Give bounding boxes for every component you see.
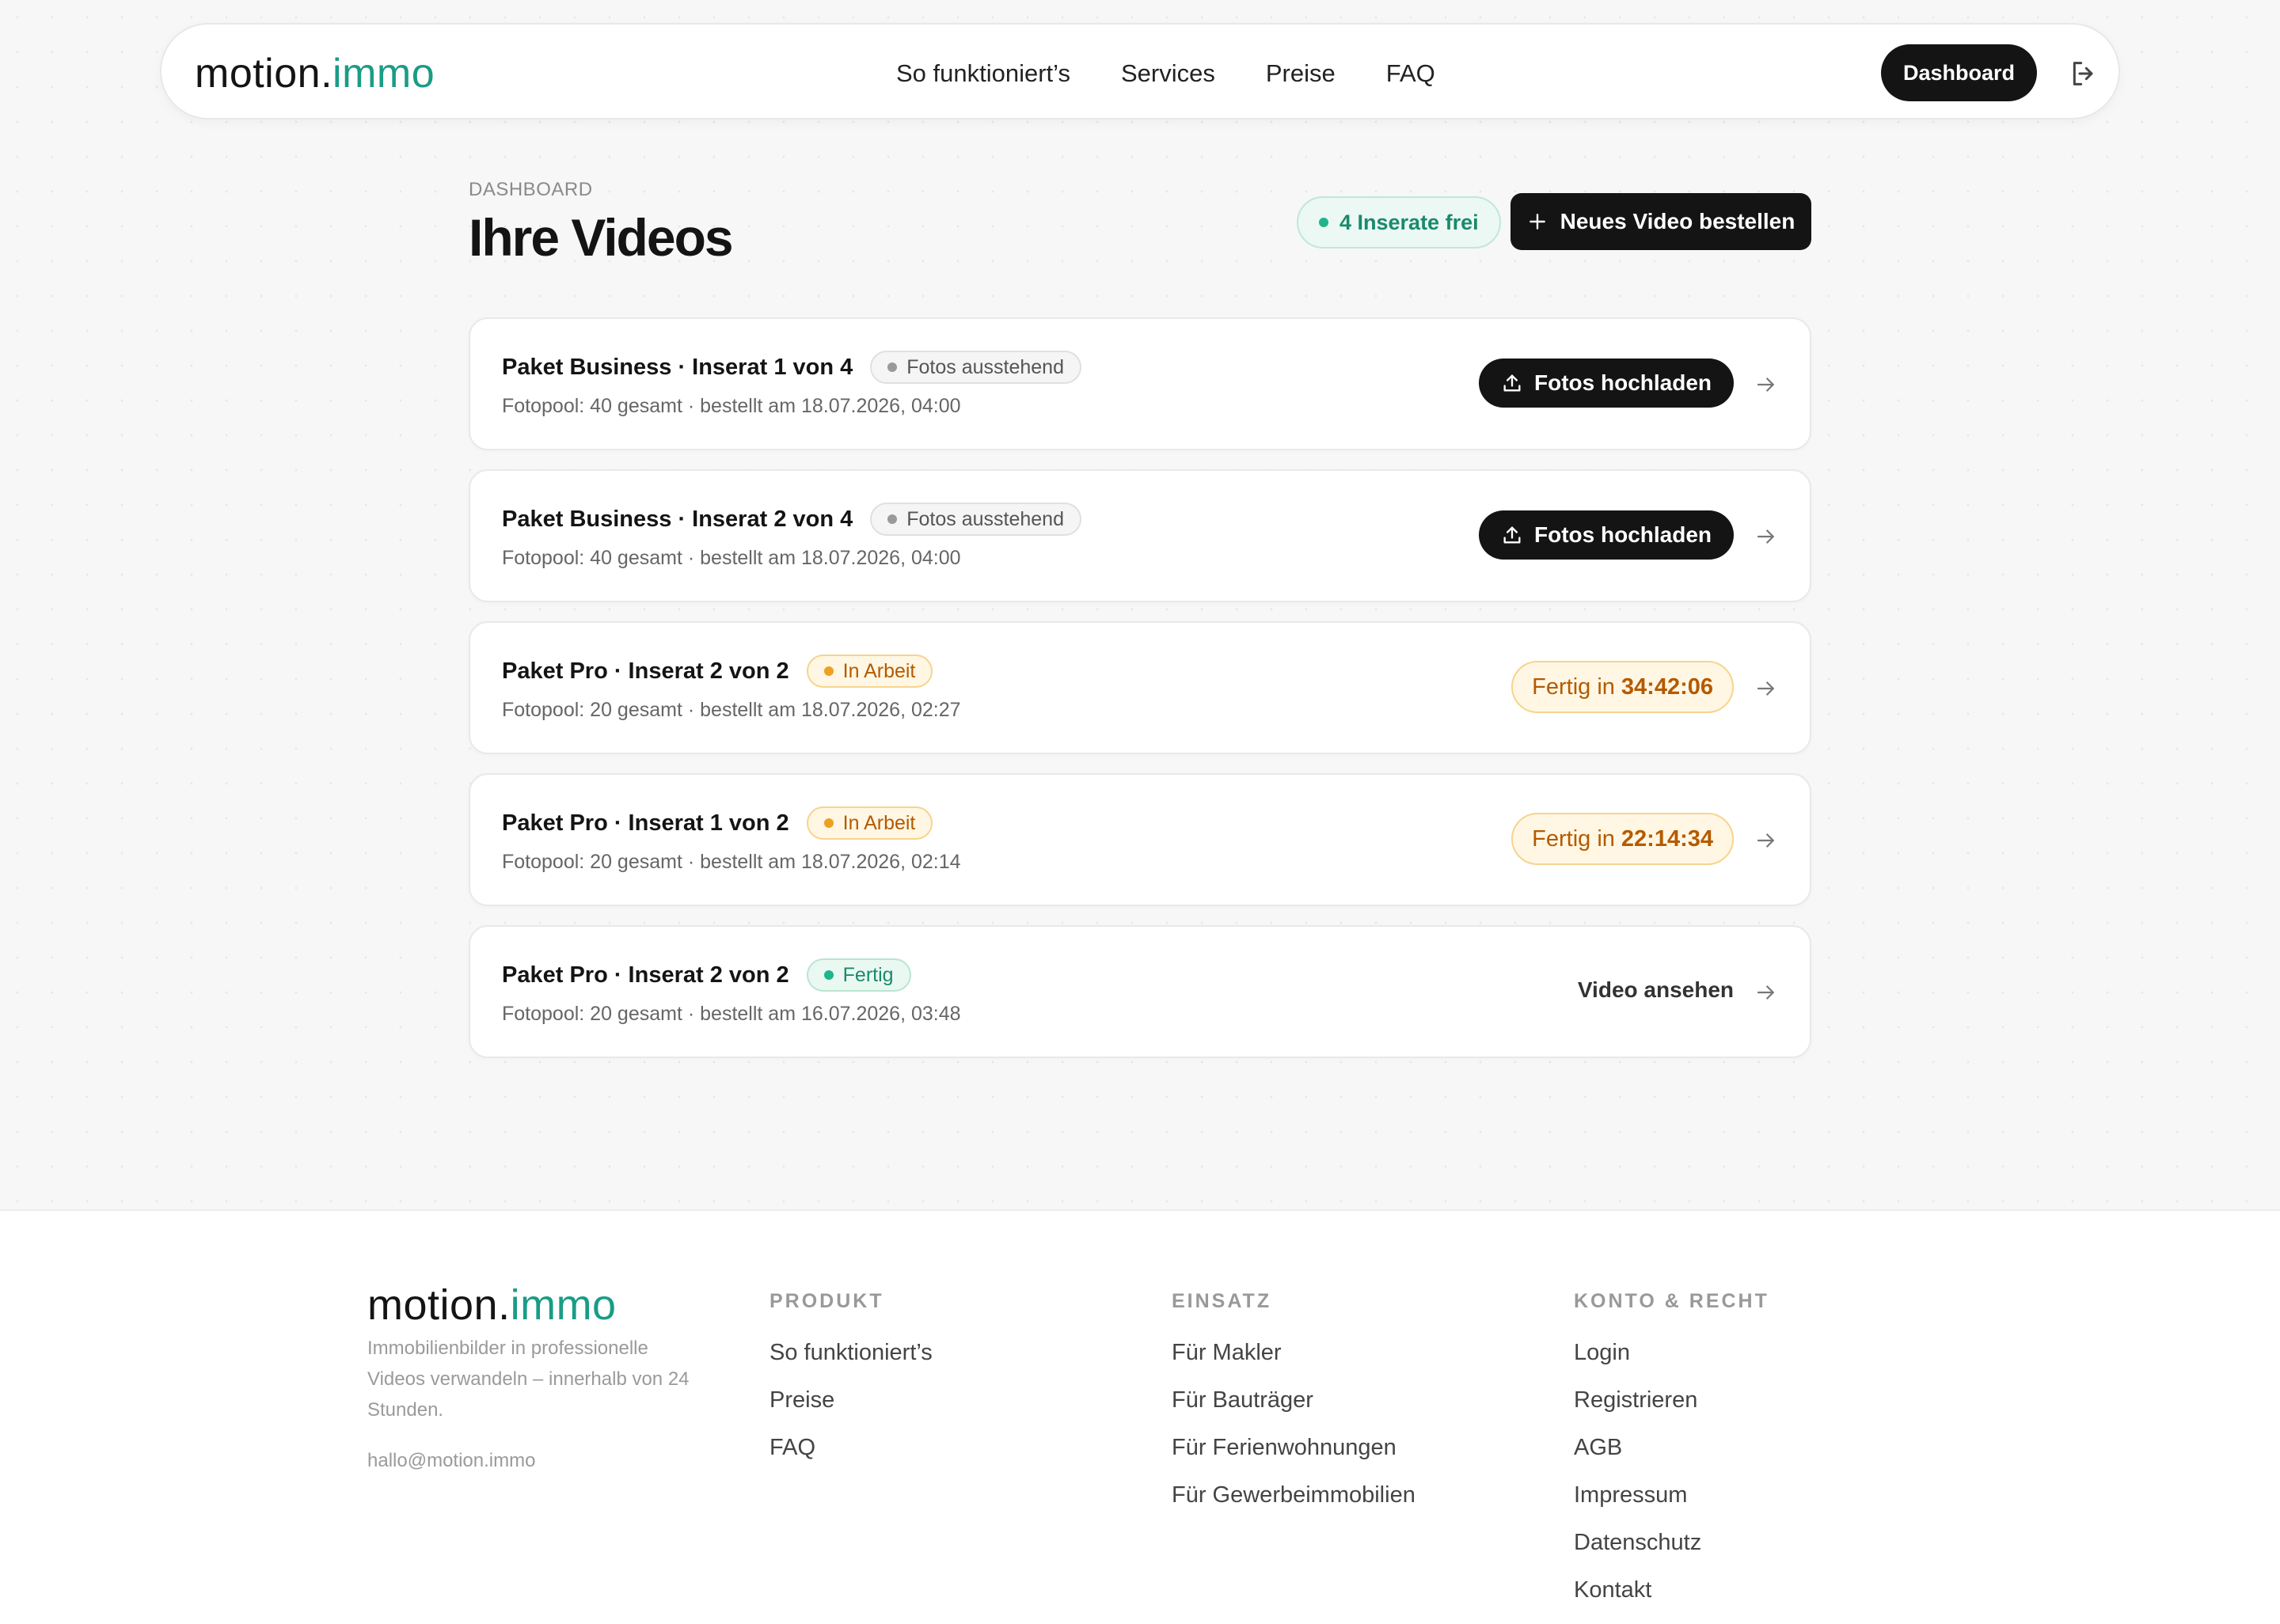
- video-title: Paket Pro · Inserat 2 von 2: [502, 962, 789, 988]
- footer-link[interactable]: FAQ: [770, 1435, 933, 1482]
- nav-link-services[interactable]: Services: [1121, 59, 1215, 88]
- arrow-right-icon[interactable]: [1754, 525, 1778, 548]
- footer-link[interactable]: Für Gewerbeimmobilien: [1172, 1482, 1416, 1530]
- status-label: Fotos ausstehend: [906, 507, 1064, 530]
- footer-column-account-legal: KONTO & RECHT Login Registrieren AGB Imp…: [1574, 1290, 1769, 1624]
- video-card-4[interactable]: Paket Pro · Inserat 1 von 2 In Arbeit Fo…: [469, 773, 1811, 906]
- status-label: Fotos ausstehend: [906, 355, 1064, 378]
- countdown-timer: Fertig in 22:14:34: [1511, 813, 1734, 865]
- status-dot-icon: [887, 362, 898, 372]
- footer: motion.immo Immobilienbilder in professi…: [0, 1209, 2280, 1624]
- footer-link[interactable]: Für Ferienwohnungen: [1172, 1435, 1416, 1482]
- status-dot-icon: [887, 514, 898, 524]
- footer-email-link[interactable]: hallo@motion.immo: [367, 1450, 535, 1472]
- timer-label: Fertig in: [1532, 674, 1615, 700]
- footer-link[interactable]: Für Makler: [1172, 1340, 1416, 1387]
- footer-link[interactable]: Impressum: [1574, 1482, 1769, 1530]
- footer-link[interactable]: Preise: [770, 1387, 933, 1435]
- status-dot-icon: [823, 970, 834, 980]
- status-badge: Fertig: [806, 958, 911, 992]
- upload-photos-label: Fotos hochladen: [1534, 522, 1712, 547]
- upload-icon: [1503, 374, 1521, 392]
- logo-accent: immo: [332, 51, 435, 97]
- order-new-video-label: Neues Video bestellen: [1560, 209, 1796, 233]
- footer-link[interactable]: AGB: [1574, 1435, 1769, 1482]
- video-title: Paket Pro · Inserat 1 von 2: [502, 810, 789, 836]
- status-dot-icon: [823, 818, 834, 828]
- upload-photos-label: Fotos hochladen: [1534, 370, 1712, 395]
- timer-value: 22:14:34: [1621, 825, 1713, 852]
- page-title: Ihre Videos: [469, 208, 734, 267]
- video-meta: Fotopool: 20 gesamt · bestellt am 18.07.…: [502, 699, 961, 721]
- order-new-video-button[interactable]: Neues Video bestellen: [1510, 193, 1811, 250]
- footer-link[interactable]: Datenschutz: [1574, 1530, 1769, 1577]
- status-badge: In Arbeit: [806, 806, 933, 840]
- footer-link[interactable]: Login: [1574, 1340, 1769, 1387]
- upload-photos-button[interactable]: Fotos hochladen: [1479, 359, 1734, 408]
- timer-value: 34:42:06: [1621, 674, 1713, 700]
- footer-description: Immobilienbilder in professionelle Video…: [367, 1338, 690, 1421]
- page-kicker: DASHBOARD: [469, 179, 593, 200]
- footer-column-heading: KONTO & RECHT: [1574, 1290, 1769, 1312]
- video-meta: Fotopool: 40 gesamt · bestellt am 18.07.…: [502, 547, 961, 569]
- footer-column-usage: EINSATZ Für Makler Für Bauträger Für Fer…: [1172, 1290, 1416, 1530]
- logout-icon[interactable]: [2068, 58, 2100, 89]
- arrow-right-icon[interactable]: [1754, 373, 1778, 397]
- status-dot-icon: [823, 666, 834, 676]
- arrow-right-icon[interactable]: [1754, 981, 1778, 1004]
- status-badge: In Arbeit: [806, 655, 933, 688]
- video-meta: Fotopool: 20 gesamt · bestellt am 16.07.…: [502, 1003, 961, 1025]
- top-navigation: motion.immo So funktioniert’s Services P…: [160, 23, 2120, 120]
- logo[interactable]: motion.immo: [195, 50, 435, 97]
- arrow-right-icon[interactable]: [1754, 829, 1778, 852]
- video-card-3[interactable]: Paket Pro · Inserat 2 von 2 In Arbeit Fo…: [469, 621, 1811, 754]
- logo-main: motion.: [195, 51, 333, 97]
- logo-accent: immo: [510, 1281, 617, 1329]
- dashboard-button[interactable]: Dashboard: [1881, 44, 2038, 101]
- video-meta: Fotopool: 40 gesamt · bestellt am 18.07.…: [502, 395, 961, 417]
- video-title: Paket Pro · Inserat 2 von 2: [502, 658, 789, 684]
- nav-link-how-it-works[interactable]: So funktioniert’s: [896, 59, 1070, 88]
- free-listings-badge: 4 Inserate frei: [1297, 196, 1501, 249]
- video-title: Paket Business · Inserat 1 von 4: [502, 354, 853, 380]
- plus-icon: [1529, 214, 1545, 230]
- video-card-1[interactable]: Paket Business · Inserat 1 von 4 Fotos a…: [469, 317, 1811, 450]
- timer-label: Fertig in: [1532, 825, 1615, 852]
- footer-logo[interactable]: motion.immo: [367, 1281, 617, 1330]
- footer-link[interactable]: Kontakt: [1574, 1577, 1769, 1624]
- status-label: In Arbeit: [842, 811, 916, 834]
- free-listings-label: 4 Inserate frei: [1340, 210, 1479, 234]
- video-card-2[interactable]: Paket Business · Inserat 2 von 4 Fotos a…: [469, 469, 1811, 602]
- footer-link[interactable]: So funktioniert’s: [770, 1340, 933, 1387]
- view-video-link[interactable]: Video ansehen: [1578, 977, 1734, 1003]
- video-card-5[interactable]: Paket Pro · Inserat 2 von 2 Fertig Fotop…: [469, 925, 1811, 1058]
- video-title: Paket Business · Inserat 2 von 4: [502, 506, 853, 532]
- nav-links: So funktioniert’s Services Preise FAQ: [896, 59, 1435, 88]
- footer-column-heading: PRODUKT: [770, 1290, 884, 1312]
- upload-photos-button[interactable]: Fotos hochladen: [1479, 510, 1734, 560]
- upload-icon: [1503, 526, 1521, 544]
- status-label: In Arbeit: [842, 659, 916, 682]
- footer-column-product: PRODUKT So funktioniert’s Preise FAQ: [770, 1290, 933, 1482]
- footer-link[interactable]: Für Bauträger: [1172, 1387, 1416, 1435]
- footer-link[interactable]: Registrieren: [1574, 1387, 1769, 1435]
- arrow-right-icon[interactable]: [1754, 677, 1778, 700]
- status-badge: Fotos ausstehend: [870, 503, 1081, 536]
- nav-link-faq[interactable]: FAQ: [1386, 59, 1435, 88]
- logo-main: motion.: [367, 1281, 511, 1329]
- nav-link-pricing[interactable]: Preise: [1266, 59, 1336, 88]
- status-badge: Fotos ausstehend: [870, 351, 1081, 384]
- countdown-timer: Fertig in 34:42:06: [1511, 661, 1734, 713]
- footer-column-heading: EINSATZ: [1172, 1290, 1272, 1312]
- status-dot-icon: [1319, 218, 1328, 227]
- status-label: Fertig: [842, 963, 894, 986]
- video-meta: Fotopool: 20 gesamt · bestellt am 18.07.…: [502, 851, 961, 873]
